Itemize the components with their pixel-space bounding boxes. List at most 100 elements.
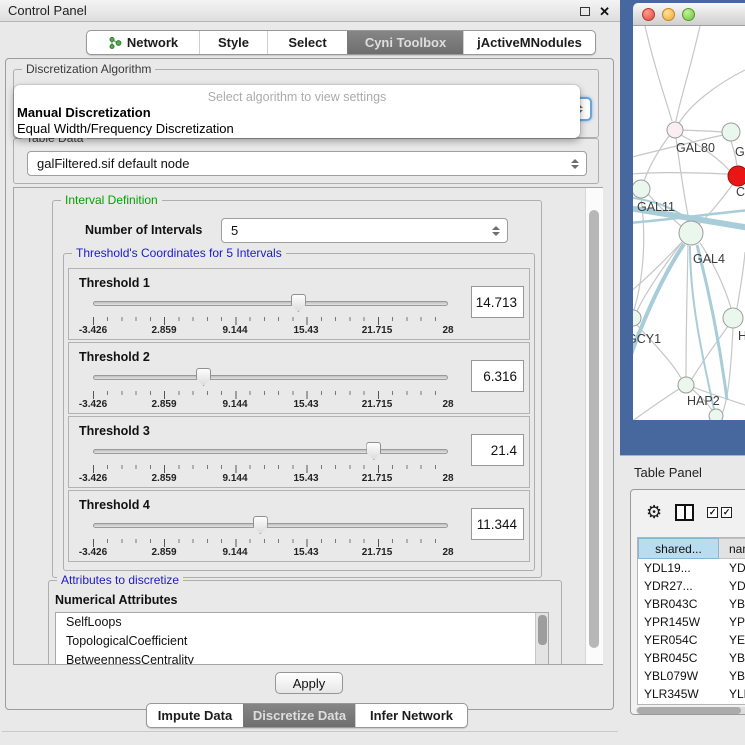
attribute-list-item[interactable]: TopologicalCoefficient (56, 632, 548, 651)
tab-style[interactable]: Style (199, 31, 267, 54)
cell-name[interactable]: YBR045C (719, 649, 745, 667)
algorithm-option-manual[interactable]: Manual Discretization (17, 105, 151, 120)
cell-name[interactable]: YBR043C (719, 595, 745, 613)
settings-vertical-scrollbar[interactable] (585, 188, 603, 664)
attributes-list-scrollbar[interactable] (535, 613, 548, 664)
network-node[interactable] (678, 377, 694, 393)
table-row[interactable]: YLR345WYLR345W (638, 685, 745, 703)
network-node[interactable] (633, 180, 650, 198)
table-horizontal-scrollbar[interactable] (636, 707, 745, 714)
cell-name[interactable]: YLR345W (719, 685, 745, 703)
table-row[interactable]: YPR145WYPR145W (638, 613, 745, 631)
table-row[interactable]: YDR27...YDR27 (638, 577, 745, 595)
threshold-value-field[interactable] (471, 286, 524, 318)
close-window-icon[interactable] (642, 8, 655, 21)
network-edge[interactable] (644, 136, 669, 181)
network-edge[interactable] (633, 389, 679, 420)
numerical-attributes-list[interactable]: SelfLoopsTopologicalCoefficientBetweenne… (55, 612, 549, 664)
table-row[interactable]: YBR043CYBR043C (638, 595, 745, 613)
slider-thumb[interactable] (291, 294, 306, 312)
cell-shared-name[interactable]: YDR27... (638, 577, 719, 595)
tab-select[interactable]: Select (267, 31, 347, 54)
threshold-slider[interactable]: -3.4262.8599.14415.4321.71528 (93, 367, 448, 411)
slider-thumb[interactable] (366, 442, 381, 460)
network-edge[interactable] (679, 70, 745, 123)
table-row[interactable]: YIL052CYIL052C (638, 703, 745, 705)
slider-thumb[interactable] (253, 516, 268, 534)
attribute-list-item[interactable]: SelfLoops (56, 613, 548, 632)
split-view-icon[interactable] (675, 504, 694, 521)
network-canvas[interactable]: GAL80GACGAL11GAL4GCY1HHAP2 (633, 26, 745, 420)
minimize-window-icon[interactable] (662, 8, 675, 21)
slider-thumb[interactable] (196, 368, 211, 386)
cell-name[interactable]: YBL079W (719, 667, 745, 685)
cell-shared-name[interactable]: YBL079W (638, 667, 719, 685)
cell-shared-name[interactable]: YBR045C (638, 649, 719, 667)
network-edge[interactable] (634, 198, 644, 310)
cell-shared-name[interactable]: YER054C (638, 631, 719, 649)
algorithm-option-equal-width[interactable]: Equal Width/Frequency Discretization (17, 121, 234, 136)
network-node[interactable] (722, 123, 740, 141)
attribute-list-item[interactable]: BetweennessCentrality (56, 651, 548, 664)
number-of-intervals-combobox[interactable]: 5 (221, 218, 508, 243)
network-node[interactable] (723, 308, 743, 328)
tab-discretize-data[interactable]: Discretize Data (243, 704, 355, 727)
float-window-icon[interactable] (580, 7, 590, 16)
scrollbar-thumb[interactable] (589, 210, 599, 648)
cell-shared-name[interactable]: YIL052C (638, 703, 719, 705)
network-edge[interactable] (737, 252, 745, 308)
cell-name[interactable]: YPR145W (719, 613, 745, 631)
threshold-slider[interactable]: -3.4262.8599.14415.4321.71528 (93, 293, 448, 337)
network-edge[interactable] (697, 245, 727, 400)
cell-name[interactable]: YDL19 (719, 559, 745, 577)
slider-scale-label: 2.859 (151, 547, 176, 558)
network-edge[interactable] (682, 130, 722, 132)
cell-shared-name[interactable]: YDL19... (638, 559, 719, 577)
tab-network[interactable]: Network (87, 31, 199, 54)
tab-jactivemnodules[interactable]: jActiveMNodules (463, 31, 595, 54)
network-window-titlebar[interactable] (633, 3, 745, 26)
checkbox-icon[interactable]: ✓ (721, 507, 732, 518)
threshold-value-field[interactable] (471, 434, 524, 466)
slider-track[interactable] (93, 301, 448, 306)
column-header-shared-name[interactable]: shared... (638, 538, 719, 559)
cell-name[interactable]: YER054C (719, 631, 745, 649)
cell-shared-name[interactable]: YPR145W (638, 613, 719, 631)
close-icon[interactable]: ✕ (599, 5, 610, 18)
network-edge[interactable] (633, 244, 684, 382)
slider-scale-label: -3.426 (79, 325, 107, 336)
apply-button[interactable]: Apply (275, 672, 343, 694)
table-row[interactable]: YER054CYER054C (638, 631, 745, 649)
network-edge[interactable] (645, 26, 672, 121)
network-edge[interactable] (676, 26, 700, 121)
network-edge[interactable] (686, 245, 688, 377)
cell-name[interactable]: YIL052C (719, 703, 745, 705)
threshold-slider[interactable]: -3.4262.8599.14415.4321.71528 (93, 515, 448, 559)
threshold-value-field[interactable] (471, 508, 524, 540)
zoom-window-icon[interactable] (682, 8, 695, 21)
cell-name[interactable]: YDR27 (719, 577, 745, 595)
slider-track[interactable] (93, 375, 448, 380)
gear-icon[interactable]: ⚙ (646, 503, 662, 521)
cell-shared-name[interactable]: YLR345W (638, 685, 719, 703)
table-data-combobox[interactable]: galFiltered.sif default node (27, 151, 587, 176)
slider-track[interactable] (93, 449, 448, 454)
table-row[interactable]: YBR045CYBR045C (638, 649, 745, 667)
network-node[interactable] (709, 409, 723, 420)
threshold-slider[interactable]: -3.4262.8599.14415.4321.71528 (93, 441, 448, 485)
network-node[interactable] (667, 122, 683, 138)
column-header-name[interactable]: name (719, 538, 745, 559)
network-node[interactable] (679, 221, 703, 245)
table-row[interactable]: YDL19...YDL19 (638, 559, 745, 577)
table-row[interactable]: YBL079WYBL079W (638, 667, 745, 685)
tab-impute-data[interactable]: Impute Data (147, 704, 243, 727)
cell-shared-name[interactable]: YBR043C (638, 595, 719, 613)
slider-scale-label: 28 (442, 473, 453, 484)
tab-cyni-toolbox[interactable]: Cyni Toolbox (347, 31, 463, 54)
threshold-value-field[interactable] (471, 360, 524, 392)
network-node[interactable] (728, 166, 745, 186)
network-node[interactable] (633, 310, 641, 326)
slider-track[interactable] (93, 523, 448, 528)
checkbox-icon[interactable]: ✓ (707, 507, 718, 518)
tab-infer-network[interactable]: Infer Network (355, 704, 467, 727)
